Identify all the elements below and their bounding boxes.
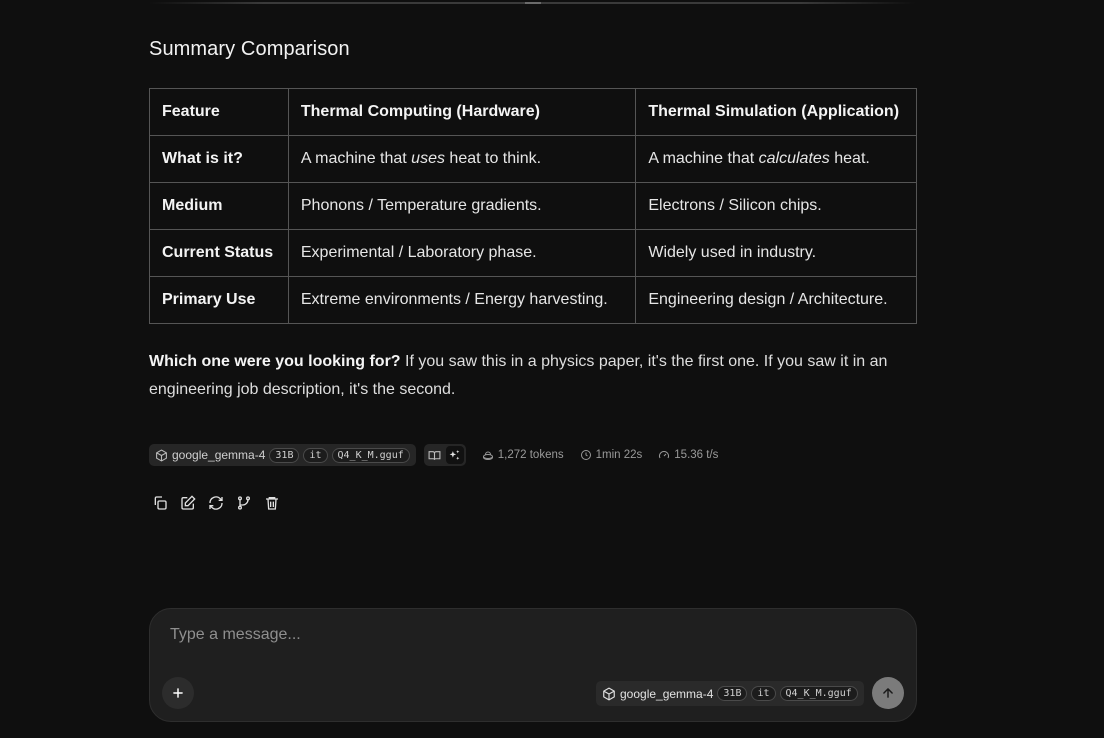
section-title: Summary Comparison xyxy=(149,38,350,60)
table-header-row: Feature Thermal Computing (Hardware) The… xyxy=(149,88,917,136)
tokens-icon xyxy=(482,449,494,461)
duration-stat: 1min 22s xyxy=(580,449,642,461)
scroll-thumb[interactable] xyxy=(525,2,541,4)
message-actions xyxy=(151,494,281,512)
row-feature: Medium xyxy=(149,182,289,230)
model-tag: Q4_K_M.gguf xyxy=(331,447,410,463)
table-row: Current Status Experimental / Laboratory… xyxy=(149,229,917,277)
copy-icon[interactable] xyxy=(151,494,169,512)
model-tag: it xyxy=(751,686,776,701)
row-hardware: A machine that uses heat to think. xyxy=(287,135,637,183)
answer-paragraph: Which one were you looking for? If you s… xyxy=(149,348,919,404)
message-input[interactable] xyxy=(170,623,870,647)
table-row: Primary Use Extreme environments / Energ… xyxy=(149,276,917,324)
row-hardware: Experimental / Laboratory phase. xyxy=(287,229,637,277)
row-feature: Primary Use xyxy=(149,276,289,324)
table-row: Medium Phonons / Temperature gradients. … xyxy=(149,182,917,230)
cube-icon xyxy=(155,449,168,462)
sparkle-icon[interactable] xyxy=(445,446,464,464)
send-button[interactable] xyxy=(872,677,904,709)
model-selector[interactable]: google_gemma-4 31B it Q4_K_M.gguf xyxy=(596,681,864,706)
header-feature: Feature xyxy=(149,88,289,136)
top-scroll-indicator xyxy=(149,0,915,6)
row-simulation: A machine that calculates heat. xyxy=(635,135,917,183)
message-meta: google_gemma-4 31B it Q4_K_M.gguf 1,272 … xyxy=(149,443,718,467)
delete-icon[interactable] xyxy=(263,494,281,512)
regenerate-icon[interactable] xyxy=(207,494,225,512)
model-tag: 31B xyxy=(717,686,748,701)
book-icon[interactable] xyxy=(426,446,444,464)
row-hardware: Extreme environments / Energy harvesting… xyxy=(287,276,637,324)
arrow-up-icon xyxy=(881,686,895,700)
row-hardware: Phonons / Temperature gradients. xyxy=(287,182,637,230)
tokens-stat: 1,272 tokens xyxy=(482,449,564,461)
plus-icon xyxy=(171,686,185,700)
model-badge[interactable]: google_gemma-4 31B it Q4_K_M.gguf xyxy=(149,444,416,466)
gauge-icon xyxy=(658,449,670,461)
table-row: What is it? A machine that uses heat to … xyxy=(149,135,917,183)
comparison-table: Feature Thermal Computing (Hardware) The… xyxy=(149,88,917,324)
branch-icon[interactable] xyxy=(235,494,253,512)
row-simulation: Electrons / Silicon chips. xyxy=(635,182,917,230)
clock-icon xyxy=(580,449,592,461)
row-simulation: Engineering design / Architecture. xyxy=(635,276,917,324)
model-tag: 31B xyxy=(269,447,300,463)
model-name: google_gemma-4 xyxy=(620,686,714,701)
edit-icon[interactable] xyxy=(179,494,197,512)
row-simulation: Widely used in industry. xyxy=(635,229,917,277)
header-simulation: Thermal Simulation (Application) xyxy=(635,88,917,136)
model-tag: it xyxy=(303,447,328,463)
row-feature: What is it? xyxy=(149,135,289,183)
model-name: google_gemma-4 xyxy=(172,448,266,462)
view-toggle xyxy=(423,444,466,466)
attach-button[interactable] xyxy=(162,677,194,709)
answer-question: Which one were you looking for? xyxy=(149,353,401,370)
row-feature: Current Status xyxy=(149,229,289,277)
cube-icon xyxy=(602,687,616,701)
speed-stat: 15.36 t/s xyxy=(658,449,718,461)
header-hardware: Thermal Computing (Hardware) xyxy=(287,88,637,136)
model-tag: Q4_K_M.gguf xyxy=(779,686,858,701)
message-composer: google_gemma-4 31B it Q4_K_M.gguf xyxy=(149,608,917,722)
